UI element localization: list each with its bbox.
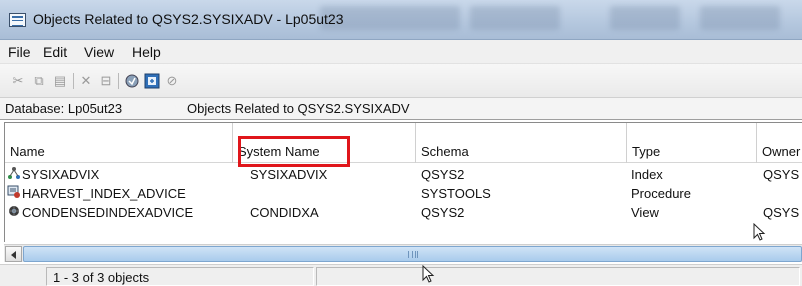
procedure-icon (7, 185, 20, 198)
window-icon (9, 13, 26, 27)
table-row[interactable]: HARVEST_INDEX_ADVICE SYSTOOLS Procedure (5, 184, 802, 203)
index-icon (8, 167, 20, 179)
toolbar: ✂ ⧉ ▤ ✕ ⊟ ⊘ (0, 64, 802, 98)
copy-icon[interactable]: ⧉ (31, 73, 47, 89)
status-panel (316, 267, 800, 286)
column-header-name[interactable]: Name (5, 123, 233, 163)
database-label: Database: Lp05ut23 (5, 101, 123, 116)
properties-icon[interactable]: ⊟ (98, 73, 114, 89)
menu-view[interactable]: View (84, 44, 114, 60)
list-header: Name System Name Schema Type Owner (5, 123, 802, 163)
column-header-owner[interactable]: Owner (757, 123, 802, 163)
cut-icon[interactable]: ✂ (10, 73, 26, 89)
context-label: Objects Related to QSYS2.SYSIXADV (187, 101, 410, 116)
grip-icon (407, 251, 418, 258)
paste-icon[interactable]: ▤ (52, 73, 68, 89)
delete-icon[interactable]: ✕ (78, 73, 94, 89)
cell-type: Index (631, 167, 663, 182)
cell-schema: QSYS2 (421, 167, 465, 182)
window-title: Objects Related to QSYS2.SYSIXADV - Lp05… (33, 11, 344, 27)
column-header-schema[interactable]: Schema (416, 123, 627, 163)
title-bar[interactable]: Objects Related to QSYS2.SYSIXADV - Lp05… (0, 0, 802, 40)
cell-name: HARVEST_INDEX_ADVICE (22, 186, 186, 201)
table-row[interactable]: SYSIXADVIX SYSIXADVIX QSYS2 Index QSYS (5, 165, 802, 184)
stop-icon[interactable]: ⊘ (164, 73, 180, 89)
menu-bar: File Edit View Help (0, 40, 802, 64)
mouse-pointer-icon (753, 223, 766, 241)
cell-name: CONDENSEDINDEXADVICE (22, 205, 194, 220)
cell-owner: QSYS (763, 167, 800, 182)
cell-type: View (631, 205, 659, 220)
view-icon (9, 206, 19, 216)
cell-type: Procedure (631, 186, 691, 201)
cell-name: SYSIXADVIX (22, 167, 100, 182)
menu-help[interactable]: Help (132, 44, 161, 60)
horizontal-scrollbar[interactable] (4, 244, 802, 262)
scroll-thumb[interactable] (23, 246, 802, 262)
table-row[interactable]: CONDENSEDINDEXADVICE CONDIDXA QSYS2 View… (5, 203, 802, 222)
toolbar-separator (118, 73, 119, 89)
column-header-type[interactable]: Type (627, 123, 757, 163)
status-count: 1 - 3 of 3 objects (53, 270, 150, 285)
cell-system-name: CONDIDXA (250, 205, 319, 220)
cell-owner: QSYS (763, 205, 800, 220)
info-bar: Database: Lp05ut23 Objects Related to QS… (0, 98, 802, 120)
cell-schema: QSYS2 (421, 205, 465, 220)
mouse-pointer-icon (422, 265, 435, 283)
refresh-icon[interactable] (144, 73, 160, 89)
menu-edit[interactable]: Edit (43, 44, 67, 60)
status-count-panel: 1 - 3 of 3 objects (46, 267, 314, 286)
highlight-box (238, 136, 350, 167)
cell-schema: SYSTOOLS (421, 186, 491, 201)
cell-system-name: SYSIXADVIX (250, 167, 328, 182)
objects-list[interactable]: Name System Name Schema Type Owner SYSIX… (4, 122, 802, 242)
run-icon[interactable] (124, 73, 140, 89)
scroll-left-button[interactable] (5, 246, 22, 262)
menu-file[interactable]: File (8, 44, 31, 60)
status-bar: 1 - 3 of 3 objects (0, 264, 802, 286)
toolbar-separator (73, 73, 74, 89)
